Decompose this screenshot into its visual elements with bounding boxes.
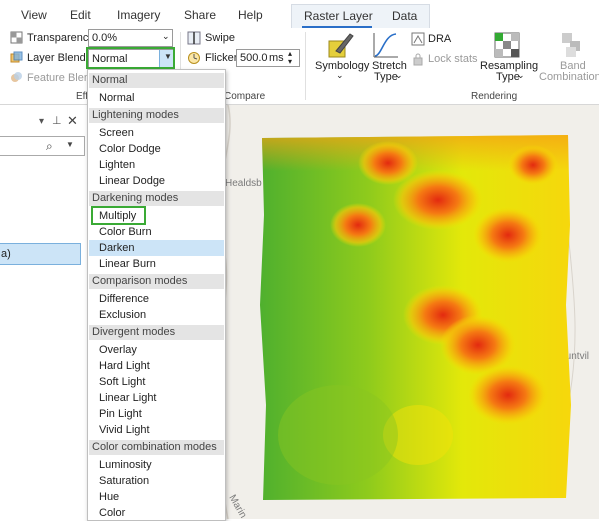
contextual-tab-group: Raster Layer Data (291, 4, 430, 29)
swipe-button[interactable]: Swipe (205, 32, 235, 44)
chevron-down-icon[interactable]: ⌄ (162, 31, 170, 42)
menu-group-header: Color combination modes (89, 440, 224, 455)
menu-item-linear-burn[interactable]: Linear Burn (89, 256, 224, 272)
chevron-down-icon[interactable]: ▼ (66, 140, 74, 149)
transparency-input[interactable]: 0.0% ⌄ (88, 29, 173, 47)
layer-blend-label: Layer Blend (27, 52, 86, 64)
resampling-type-icon (493, 31, 521, 59)
rendering-group-label: Rendering (471, 91, 518, 102)
ribbon-tab-bar: View Edit Imagery Share Help Raster Laye… (0, 0, 599, 29)
dra-icon (411, 32, 425, 46)
compare-group-label: Compare (224, 91, 266, 102)
transparency-icon (10, 31, 23, 44)
band-combination-label-2[interactable]: Combination (539, 71, 599, 83)
search-input[interactable]: ⌕ ▼ (0, 136, 85, 156)
transparency-value: 0.0% (92, 32, 118, 44)
layer-blend-highlight (86, 47, 175, 69)
place-label: Marin (226, 493, 248, 519)
flicker-interval-input[interactable]: 500.0 ms ▴ ▾ (236, 49, 300, 67)
ribbon-divider (305, 32, 306, 100)
menu-group-header: Normal (89, 73, 224, 88)
menu-item-exclusion[interactable]: Exclusion (89, 307, 224, 323)
transparency-label: Transparency (27, 32, 94, 44)
layer-blend-icon (10, 51, 23, 64)
spinner-icon[interactable]: ▴ ▾ (288, 50, 292, 66)
tab-edit[interactable]: Edit (70, 8, 91, 22)
menu-item-luminosity[interactable]: Luminosity (89, 457, 224, 473)
band-combination-icon (560, 31, 586, 59)
chevron-down-icon: ⌄ (517, 70, 525, 80)
flicker-icon (187, 51, 201, 65)
menu-group-header: Divergent modes (89, 325, 224, 340)
layer-name: a) (1, 248, 11, 260)
feature-blend-icon (10, 71, 23, 84)
flicker-value: 500.0 (240, 52, 268, 64)
dra-button[interactable]: DRA (428, 33, 451, 45)
tab-share[interactable]: Share (184, 8, 216, 22)
chevron-down-icon: ⌄ (395, 70, 403, 80)
close-icon[interactable]: ✕ (67, 113, 78, 129)
menu-item-soft-light[interactable]: Soft Light (89, 374, 224, 390)
menu-item-lighten[interactable]: Lighten (89, 157, 224, 173)
symbology-icon (326, 31, 354, 59)
lock-icon (411, 52, 425, 66)
menu-item-color-dodge[interactable]: Color Dodge (89, 141, 224, 157)
chevron-down-icon: ⌄ (336, 70, 344, 80)
pin-icon[interactable]: ⊥ (52, 114, 62, 127)
flicker-label: Flicker (205, 52, 238, 64)
menu-group-header: Darkening modes (89, 191, 224, 206)
menu-item-difference[interactable]: Difference (89, 291, 224, 307)
stretch-type-icon (372, 31, 400, 59)
tab-help[interactable]: Help (238, 8, 263, 22)
flicker-unit: ms (269, 52, 284, 64)
menu-item-linear-light[interactable]: Linear Light (89, 390, 224, 406)
menu-item-vivid-light[interactable]: Vivid Light (89, 422, 224, 438)
tab-data[interactable]: Data (392, 9, 417, 23)
menu-item-hard-light[interactable]: Hard Light (89, 358, 224, 374)
blend-mode-menu[interactable]: Normal Normal Lightening modes Screen Color … (87, 69, 226, 521)
feature-blend-label[interactable]: Feature Blend (27, 72, 96, 84)
pane-options-icon[interactable]: ▾ (39, 116, 44, 127)
lock-stats-button[interactable]: Lock stats (428, 53, 478, 65)
tab-imagery[interactable]: Imagery (117, 8, 160, 22)
menu-item-color-burn[interactable]: Color Burn (89, 224, 224, 240)
swipe-icon (187, 31, 201, 45)
place-label: Healdsb (225, 178, 262, 189)
layer-list-item-selected[interactable]: a) (0, 243, 81, 265)
tab-view[interactable]: View (21, 8, 47, 22)
tab-raster-layer[interactable]: Raster Layer (304, 9, 373, 23)
contents-pane: ▾ ⊥ ✕ ⌕ ▼ a) (0, 105, 89, 519)
raster-image (260, 135, 571, 500)
menu-item-overlay[interactable]: Overlay (89, 342, 224, 358)
search-icon[interactable]: ⌕ (46, 139, 53, 154)
menu-item-saturation[interactable]: Saturation (89, 473, 224, 489)
menu-item-darken[interactable]: Darken (89, 240, 224, 256)
menu-group-header: Lightening modes (89, 108, 224, 123)
multiply-highlight (91, 206, 146, 225)
menu-item-hue[interactable]: Hue (89, 489, 224, 505)
menu-item-screen[interactable]: Screen (89, 125, 224, 141)
menu-item-normal[interactable]: Normal (89, 90, 224, 106)
menu-item-pin-light[interactable]: Pin Light (89, 406, 224, 422)
menu-group-header: Comparison modes (89, 274, 224, 289)
menu-item-linear-dodge[interactable]: Linear Dodge (89, 173, 224, 189)
